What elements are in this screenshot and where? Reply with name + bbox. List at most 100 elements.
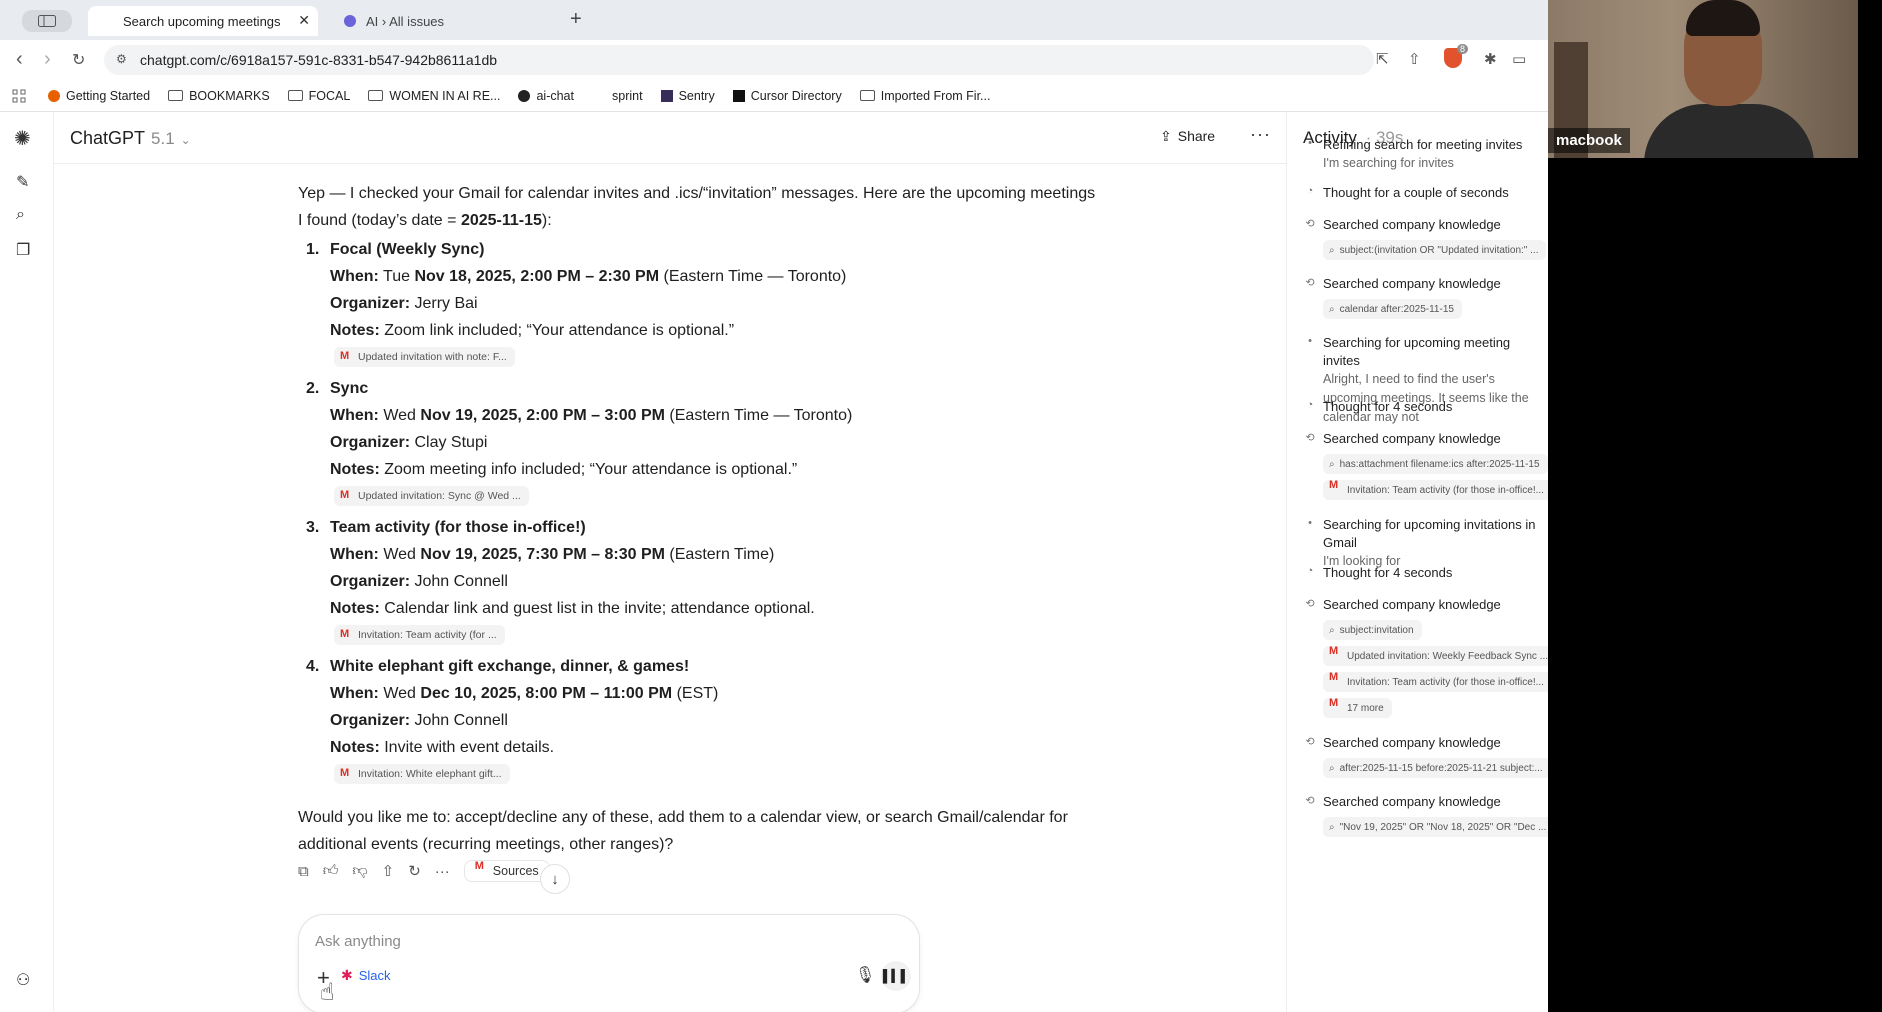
meeting-organizer: Organizer: Jerry Bai [330,290,1098,317]
organizer-name: Clay Stupi [414,434,488,451]
source-chip[interactable]: Invitation: Team activity (for ... [334,624,505,645]
bookmark-folder-imported[interactable]: Imported From Fir... [859,88,991,103]
activity-item-title: Searching for upcoming invitations in Gm… [1323,517,1536,550]
source-chip[interactable]: Updated invitation with note: F... [334,346,515,367]
query-chip[interactable]: Updated invitation: Weekly Feedback Sync… [1323,646,1548,666]
close-tab-icon[interactable]: ✕ [298,12,310,29]
more-actions-icon[interactable]: ··· [435,863,450,880]
meeting-day: Wed [383,407,416,424]
slack-connector-chip[interactable]: ✱ Slack [341,967,391,984]
bookmarks-bar: Getting Started BOOKMARKS FOCAL WOMEN IN… [0,80,1548,112]
chevron-down-icon: ⌄ [180,133,191,147]
regenerate-icon[interactable]: ↻ [408,862,421,880]
site-settings-icon[interactable]: ⚙ [116,52,127,66]
query-chip-label: "Nov 19, 2025" OR "Nov 18, 2025" OR "Dec… [1339,821,1547,833]
prompt-input[interactable] [315,929,855,953]
when-label: When: [330,407,379,424]
meeting-number: 2. [306,380,320,397]
folder-icon [287,90,303,101]
bookmark-folder-bookmarks[interactable]: BOOKMARKS [168,89,270,103]
app-sidebar-rail: ✺ ✎ ⌕ ❐ ⚇ [0,112,54,1012]
connectors-icon[interactable]: ⚇ [16,970,30,990]
query-chip-label: has:attachment filename:ics after:2025-1… [1339,458,1540,470]
meeting-timezone: (EST) [676,685,719,702]
back-icon[interactable]: ‹ [16,48,23,71]
meeting-notes: Notes: Invite with event details. [330,734,1098,761]
query-chip[interactable]: ⌕ calendar after:2025-11-15 [1323,299,1462,319]
source-chip[interactable]: Invitation: White elephant gift... [334,763,510,784]
bookmark-ai-chat[interactable]: ai-chat [518,89,574,103]
activity-panel: Activity · 39s • Refining search for meet… [1286,112,1548,1012]
intro-text: Yep — I checked your Gmail for calendar … [298,185,1096,229]
thumbs-down-icon[interactable]: 👎︎ [352,862,367,880]
forward-icon[interactable]: › [44,48,51,71]
bookmark-sprint[interactable]: sprint [592,89,643,103]
microphone-icon[interactable]: 🎙︎ [855,965,875,985]
message-intro: Yep — I checked your Gmail for calendar … [298,180,1098,234]
library-icon[interactable]: ❐ [16,240,30,260]
activity-item: ⟲ Searched company knowledge ⌕ has:attachme… [1303,430,1548,500]
bookmark-cursor-directory[interactable]: Cursor Directory [732,89,842,103]
openai-logo-icon[interactable]: ✺ [14,126,31,151]
query-chip[interactable]: ⌕ "Nov 19, 2025" OR "Nov 18, 2025" OR "De… [1323,817,1548,837]
bookmark-label: BOOKMARKS [189,88,270,103]
meeting-title: Team activity (for those in-office!) [330,519,586,536]
share-page-icon[interactable]: ⇧ [1408,50,1421,68]
apps-grid-icon[interactable] [12,89,26,103]
sidebar-panel-icon[interactable]: ▭ [1512,50,1526,68]
new-tab-icon[interactable]: + [570,8,582,31]
sources-label: Sources [492,864,539,878]
bookmark-folder-focal[interactable]: FOCAL [287,89,350,103]
query-chip-label: Invitation: Team activity (for those in-… [1347,676,1544,688]
sidebar-toggle-icon[interactable] [22,10,72,32]
reload-icon[interactable]: ↻ [72,50,85,70]
model-selector[interactable]: ChatGPT 5.1 ⌄ [70,128,191,149]
tab-search-upcoming-meetings[interactable]: Search upcoming meetings ✕ [88,6,318,36]
brave-shield-icon[interactable]: 8 [1444,44,1468,68]
share-button[interactable]: ⇪ Share [1160,128,1215,145]
bookmark-label: sprint [612,88,643,103]
source-chip[interactable]: Updated invitation: Sync @ Wed ... [334,485,529,506]
activity-item-title: Searched company knowledge [1323,431,1501,446]
share-message-icon[interactable]: ⇧ [382,862,395,880]
query-chip[interactable]: Invitation: Team activity (for those in-… [1323,672,1548,692]
query-chip[interactable]: ⌕ has:attachment filename:ics after:2025-… [1323,454,1548,474]
query-chip[interactable]: ⌕ after:2025-11-15 before:2025-11-21 subj… [1323,758,1548,778]
voice-mode-icon[interactable]: ▌▍▌ [881,961,911,991]
meeting-title: Sync [330,380,369,397]
bookmark-label: Imported From Fir... [880,88,991,103]
extensions-icon[interactable]: ✱ [1484,50,1497,68]
knowledge-search-icon: ⟲ [1305,598,1315,610]
bookmark-folder-women-in-ai[interactable]: WOMEN IN AI RE... [368,89,500,103]
meeting-timezone: (Eastern Time) [669,546,775,563]
tab-ai-all-issues[interactable]: AI › All issues [330,6,560,36]
query-chip[interactable]: 17 more [1323,698,1392,718]
webcam-name-tag: macbook [1548,128,1630,153]
scroll-down-button[interactable]: ↓ [540,864,570,894]
meeting-number: 3. [306,519,320,536]
activity-item-title: Searched company knowledge [1323,794,1501,809]
meeting-datetime: Nov 18, 2025, 2:00 PM – 2:30 PM [414,268,660,285]
webcam-overlay: macbook [1548,0,1858,158]
organizer-label: Organizer: [330,573,411,590]
query-chip[interactable]: ⌕ subject:(invitation OR "Updated invitat… [1323,240,1547,260]
copy-icon[interactable]: ⧉ [298,863,309,880]
sources-button[interactable]: Sources [463,860,550,882]
source-chip-label: Updated invitation with note: F... [358,351,507,363]
meeting-when: When: Wed Nov 19, 2025, 7:30 PM – 8:30 P… [330,541,1098,568]
meeting-day: Wed [383,685,416,702]
thumbs-up-icon[interactable]: 👍︎ [323,862,339,880]
open-external-icon[interactable]: ⇱ [1376,50,1389,68]
more-options-icon[interactable]: ··· [1250,124,1271,145]
bookmark-sentry[interactable]: Sentry [660,89,715,103]
organizer-name: John Connell [414,573,508,590]
query-chip[interactable]: Invitation: Team activity (for those in-… [1323,480,1548,500]
firefox-icon [48,89,60,102]
url-bar[interactable]: ⚙ chatgpt.com/c/6918a157-591c-8331-b547-… [104,45,1374,75]
search-icon[interactable]: ⌕ [16,206,25,224]
bookmark-getting-started[interactable]: Getting Started [48,89,150,103]
meeting-number: 4. [306,658,320,675]
new-chat-icon[interactable]: ✎ [16,172,29,192]
query-chip[interactable]: ⌕ subject:invitation [1323,620,1422,640]
tab-label: Search upcoming meetings [123,13,281,29]
